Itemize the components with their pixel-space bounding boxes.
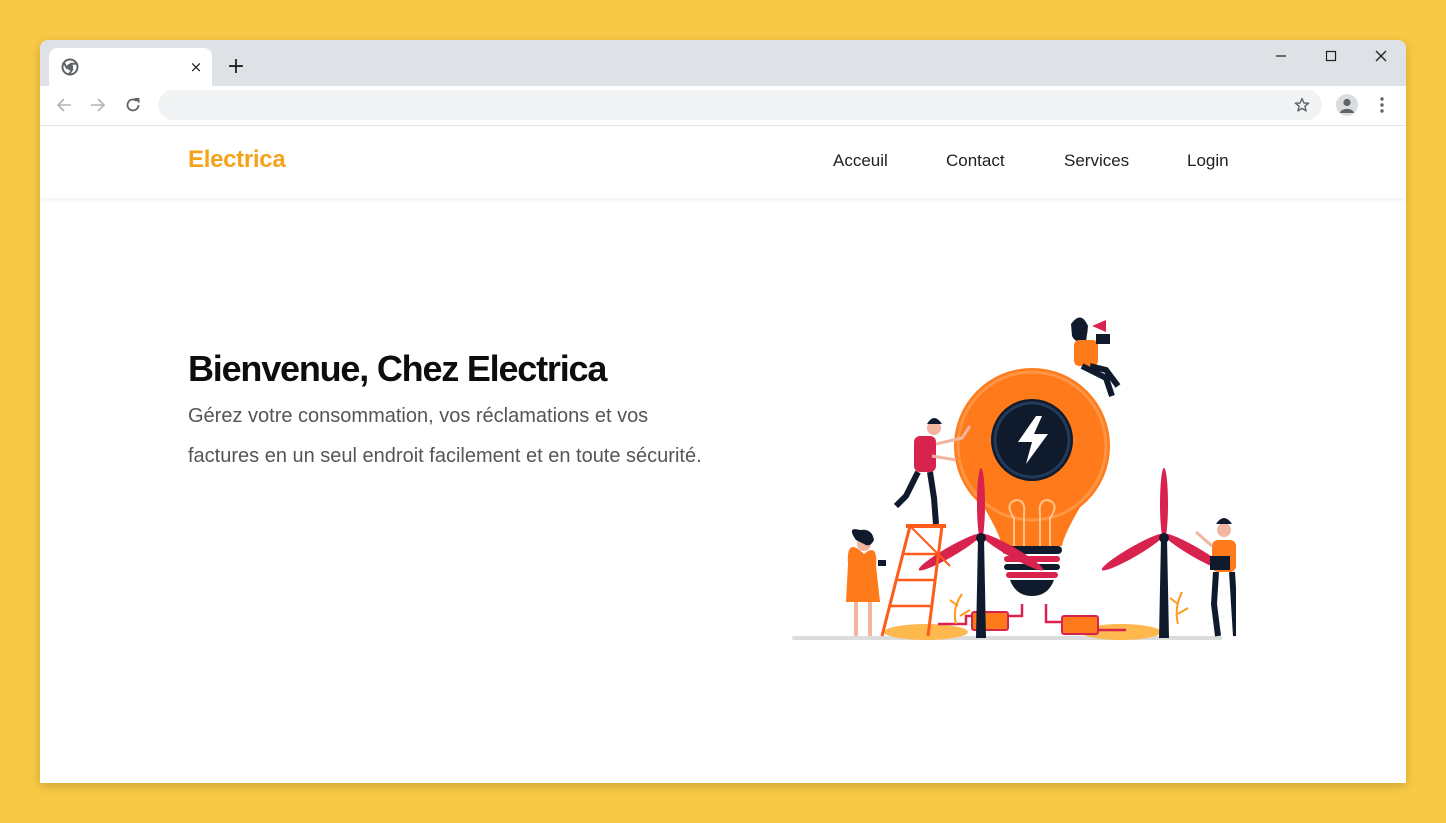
nav-link-acceuil[interactable]: Acceuil bbox=[833, 151, 888, 171]
nav-link-services[interactable]: Services bbox=[1064, 151, 1129, 171]
website: Electrica Acceuil Contact Services Login… bbox=[40, 126, 1406, 783]
browser-window: × + Electrica Acceuil Contact Services L… bbox=[40, 40, 1406, 783]
address-bar[interactable] bbox=[158, 90, 1322, 120]
site-header: Electrica Acceuil Contact Services Login bbox=[40, 126, 1406, 198]
close-icon[interactable] bbox=[1369, 48, 1393, 64]
reload-icon[interactable] bbox=[123, 95, 143, 115]
nav-link-login[interactable]: Login bbox=[1187, 151, 1229, 171]
chrome-icon bbox=[61, 58, 79, 76]
star-icon[interactable] bbox=[1294, 97, 1310, 113]
tab-close-button[interactable]: × bbox=[186, 57, 206, 77]
maximize-icon[interactable] bbox=[1319, 48, 1343, 64]
browser-toolbar bbox=[40, 86, 1406, 126]
hero-description: Gérez votre consommation, vos réclamatio… bbox=[188, 405, 702, 467]
minimize-icon[interactable] bbox=[1269, 48, 1293, 64]
forward-arrow-icon[interactable] bbox=[88, 95, 108, 115]
tab-strip: × + bbox=[40, 40, 1406, 86]
profile-avatar-icon[interactable] bbox=[1336, 94, 1358, 116]
more-menu-icon[interactable] bbox=[1374, 96, 1390, 114]
new-tab-button[interactable]: + bbox=[224, 55, 248, 79]
hero-title: Bienvenue, Chez Electrica bbox=[188, 348, 607, 389]
back-arrow-icon[interactable] bbox=[54, 95, 74, 115]
nav-link-contact[interactable]: Contact bbox=[946, 151, 1005, 171]
browser-tab[interactable]: × bbox=[49, 48, 212, 86]
brand-logo[interactable]: Electrica bbox=[188, 146, 286, 174]
lightbulb-wind-turbines-illustration bbox=[792, 317, 1236, 640]
